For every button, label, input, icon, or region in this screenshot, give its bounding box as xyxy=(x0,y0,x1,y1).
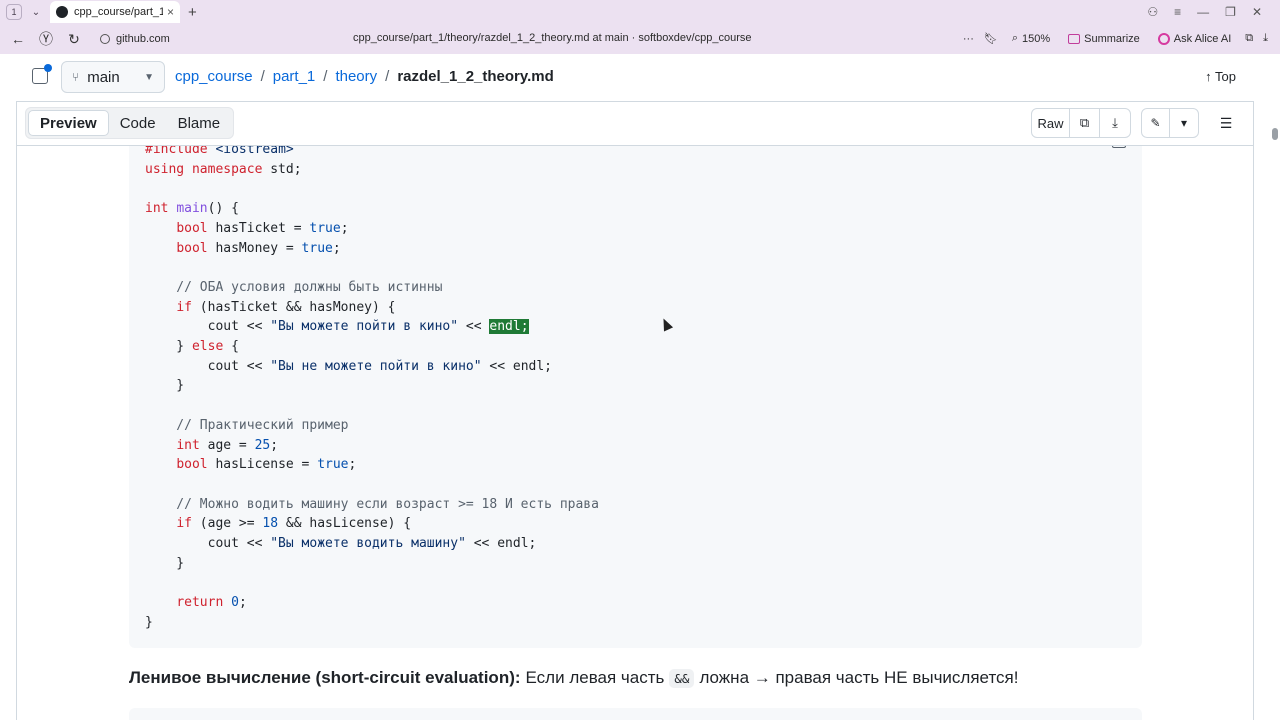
ask-alice-button[interactable]: Ask Alice AI xyxy=(1154,31,1235,47)
raw-button[interactable]: Raw xyxy=(1032,109,1070,137)
zoom-icon: ⌕ xyxy=(1011,32,1019,44)
site-identity[interactable]: github.com xyxy=(100,33,170,45)
code-text[interactable]: #include <iostream> using namespace std;… xyxy=(145,146,599,633)
code-line: } xyxy=(145,555,185,571)
copy-code-icon[interactable] xyxy=(1112,146,1126,148)
reload-icon[interactable]: ↻ xyxy=(64,31,84,48)
code-line: bool hasTicket = true; xyxy=(176,220,349,236)
edit-dropdown-icon[interactable]: ▾ xyxy=(1170,109,1198,137)
downloads-icon[interactable]: ⤓ xyxy=(1263,32,1268,45)
edit-pencil-icon[interactable]: ✎ xyxy=(1142,109,1170,137)
breadcrumb-file-name: razdel_1_2_theory.md xyxy=(397,68,554,85)
close-window-icon[interactable]: ✕ xyxy=(1252,5,1262,19)
site-info-icon xyxy=(100,34,110,44)
breadcrumb-separator: / xyxy=(385,68,390,85)
paragraph-bold-lead: Ленивое вычисление (short-circuit evalua… xyxy=(129,668,521,687)
paragraph-text: Если левая часть xyxy=(525,668,665,687)
restore-icon[interactable]: ❐ xyxy=(1225,5,1236,19)
notification-dot xyxy=(44,64,52,72)
profile-icon[interactable]: ⚇ xyxy=(1147,5,1158,19)
code-block: #include <iostream> using namespace std;… xyxy=(129,146,1142,648)
menu-icon[interactable]: ≡ xyxy=(1174,5,1181,19)
tab-list-chevron-icon[interactable]: ⌄ xyxy=(28,7,44,18)
code-line: cout << "Вы можете водить машину" << end… xyxy=(145,536,537,552)
code-comment: // Можно водить машину если возраст >= 1… xyxy=(145,496,599,512)
zoom-indicator[interactable]: ⌕ 150% xyxy=(1008,30,1054,47)
tab-title: cpp_course/part_1/theo xyxy=(74,6,163,18)
tab-close-icon[interactable]: × xyxy=(167,5,174,19)
breadcrumb: cpp_course / part_1 / theory / razdel_1_… xyxy=(175,68,554,85)
code-line: bool hasLicense = true; xyxy=(176,457,357,473)
breadcrumb-part-link[interactable]: part_1 xyxy=(273,68,316,85)
tab-count-badge[interactable]: 1 xyxy=(6,4,22,20)
ask-alice-label: Ask Alice AI xyxy=(1173,32,1232,45)
view-mode-tabs: Preview Code Blame xyxy=(25,107,235,139)
caret-down-icon: ▼ xyxy=(144,71,154,83)
top-label: Top xyxy=(1215,69,1236,84)
paragraph-text: ложна → правая часть НЕ вычисляется! xyxy=(699,668,1019,687)
github-favicon-icon xyxy=(56,6,68,18)
next-code-block xyxy=(129,708,1142,720)
more-options-icon[interactable]: ··· xyxy=(963,33,974,45)
git-branch-icon: ⑂ xyxy=(72,70,80,84)
page-scrollbar-thumb[interactable] xyxy=(1272,128,1278,140)
code-line: if (age >= 18 && hasLicense) { xyxy=(176,516,412,532)
branch-name: main xyxy=(87,68,120,86)
code-line: #include <iostream> xyxy=(145,146,294,157)
back-icon[interactable]: ← xyxy=(8,31,28,47)
code-line: using namespace std; xyxy=(145,161,302,177)
code-comment: // ОБА условия должны быть истинны xyxy=(145,279,443,295)
outline-list-icon[interactable]: ☰ xyxy=(1213,115,1239,132)
code-line: int age = 25; xyxy=(176,437,279,453)
code-line: cout << "Вы можете пойти в кино" << endl… xyxy=(145,319,529,335)
alice-icon xyxy=(1157,32,1170,45)
download-icon[interactable]: ⤓ xyxy=(1100,109,1130,137)
copy-raw-icon[interactable]: ⧉ xyxy=(1070,109,1100,137)
code-line: } xyxy=(145,614,153,630)
browser-logo-icon[interactable]: Ⓨ xyxy=(36,29,56,49)
window-controls: ⚇ ≡ — ❐ ✕ xyxy=(1147,5,1280,19)
arrow-up-icon: ↑ xyxy=(1205,69,1212,84)
new-tab-icon[interactable]: + xyxy=(188,4,197,21)
code-line: cout << "Вы не можете пойти в кино" << e… xyxy=(145,358,553,374)
code-line: return 0; xyxy=(176,595,247,611)
code-line: int main() { xyxy=(145,201,239,217)
selected-text: endl; xyxy=(489,319,529,335)
raw-actions-group: Raw ⧉ ⤓ xyxy=(1031,108,1131,138)
summarize-button[interactable]: Summarize xyxy=(1064,31,1144,47)
file-header: ⑂ main ▼ cpp_course / part_1 / theory / … xyxy=(16,54,1254,102)
breadcrumb-repo-link[interactable]: cpp_course xyxy=(175,68,253,85)
code-line: } xyxy=(145,378,185,394)
file-toolbar: Preview Code Blame Raw ⧉ ⤓ ✎ ▾ ☰ xyxy=(16,102,1254,146)
inline-code: && xyxy=(669,668,695,688)
edit-actions-group: ✎ ▾ xyxy=(1141,108,1199,138)
breadcrumb-theory-link[interactable]: theory xyxy=(335,68,377,85)
short-circuit-paragraph: Ленивое вычисление (short-circuit evalua… xyxy=(129,668,1018,688)
minimize-icon[interactable]: — xyxy=(1197,5,1209,19)
code-comment: // Практический пример xyxy=(145,417,349,433)
extensions-icon[interactable]: ⧉ xyxy=(1245,32,1253,45)
browser-tab-strip: 1 ⌄ cpp_course/part_1/theo × + ⚇ ≡ — ❐ ✕ xyxy=(0,0,1280,24)
address-page-title[interactable]: cpp_course/part_1/theory/razdel_1_2_theo… xyxy=(353,32,751,44)
site-domain: github.com xyxy=(116,33,170,45)
browser-tab[interactable]: cpp_course/part_1/theo × xyxy=(50,1,180,23)
markdown-content: #include <iostream> using namespace std;… xyxy=(16,146,1254,720)
code-line: bool hasMoney = true; xyxy=(176,240,341,256)
bookmark-icon[interactable]: 🔖︎ xyxy=(984,32,998,45)
branch-selector-button[interactable]: ⑂ main ▼ xyxy=(61,61,165,93)
top-button[interactable]: ↑ Top xyxy=(1205,69,1236,84)
sidebar-toggle-icon[interactable] xyxy=(32,64,52,84)
code-line: if (hasTicket && hasMoney) { xyxy=(176,299,396,315)
breadcrumb-separator: / xyxy=(260,68,265,85)
breadcrumb-separator: / xyxy=(323,68,328,85)
tab-blame[interactable]: Blame xyxy=(167,110,232,136)
tab-preview[interactable]: Preview xyxy=(28,110,109,136)
summarize-icon xyxy=(1068,33,1081,44)
tab-code[interactable]: Code xyxy=(109,110,167,136)
mouse-cursor-icon xyxy=(658,316,674,332)
browser-address-bar: ← Ⓨ ↻ github.com cpp_course/part_1/theor… xyxy=(0,24,1280,54)
zoom-level: 150% xyxy=(1022,32,1051,45)
code-line: } else { xyxy=(145,339,239,355)
summarize-label: Summarize xyxy=(1084,32,1140,45)
